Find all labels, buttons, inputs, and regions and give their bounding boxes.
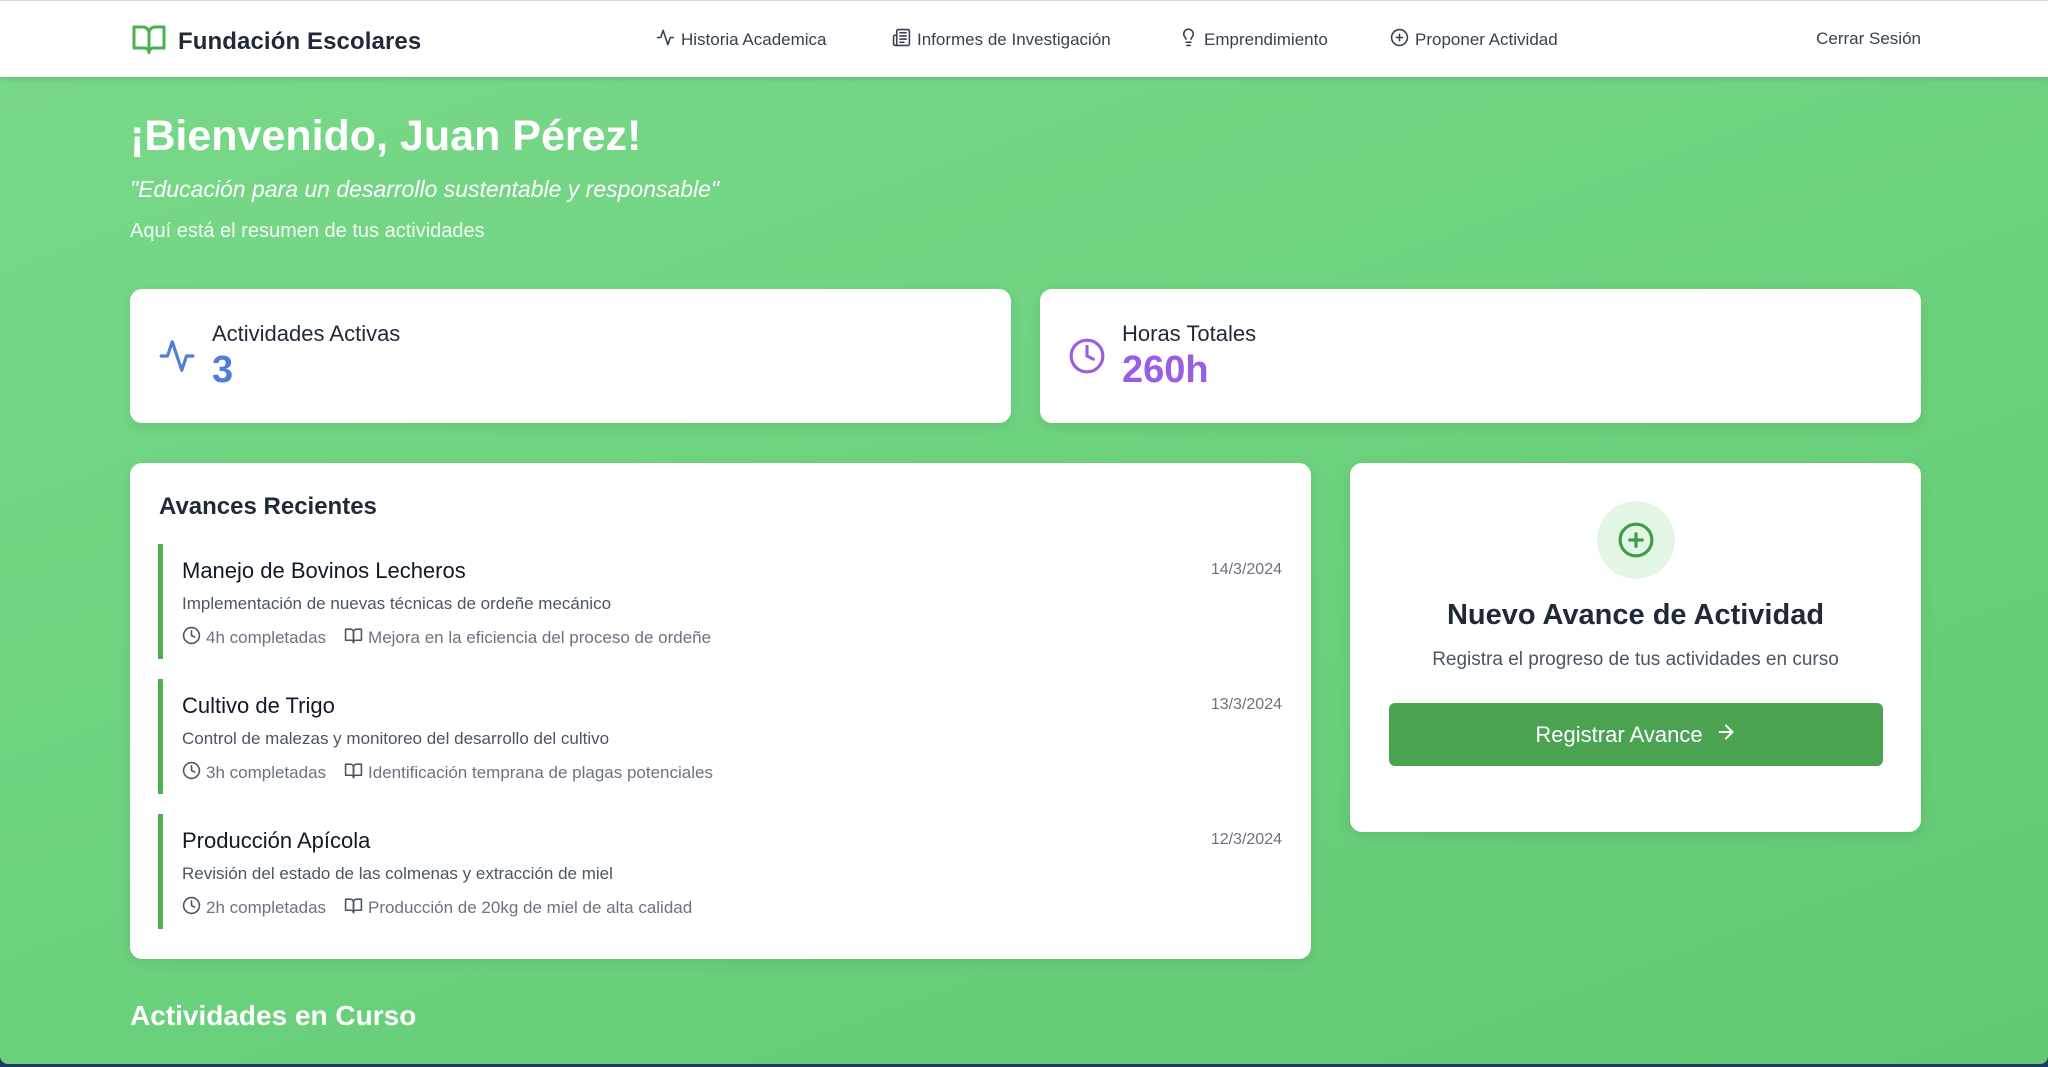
motto: "Educación para un desarrollo sustentabl… xyxy=(130,176,720,202)
nav-item-label: Historia Academica xyxy=(681,30,827,49)
logout-button[interactable]: Cerrar Sesión xyxy=(1816,29,1921,49)
plus-circle-icon xyxy=(1597,501,1675,579)
entry-result: Producción de 20kg de miel de alta calid… xyxy=(344,896,692,920)
register-progress-label: Registrar Avance xyxy=(1535,721,1703,747)
clock-icon xyxy=(182,896,201,920)
stat-title: Horas Totales xyxy=(1122,321,1257,346)
nav-item-label: Emprendimiento xyxy=(1204,30,1328,49)
entry-title: Cultivo de Trigo xyxy=(182,693,335,718)
entry-hours-label: 2h completadas xyxy=(206,898,327,917)
stat-title: Actividades Activas xyxy=(212,321,401,346)
recent-progress-title: Avances Recientes xyxy=(159,493,377,520)
entry-title: Producción Apícola xyxy=(182,828,371,853)
book-open-icon xyxy=(344,761,363,785)
nav-item-historia-academica[interactable]: Historia Academica xyxy=(656,28,827,52)
intro-text: Aquí está el resumen de tus actividades xyxy=(130,220,485,242)
progress-entry[interactable]: Producción Apícola 12/3/2024 Revisión de… xyxy=(158,814,1282,929)
newspaper-icon xyxy=(892,28,911,52)
top-navbar: Fundación Escolares Historia Academica I… xyxy=(0,0,2048,77)
entry-hours-label: 3h completadas xyxy=(206,763,327,782)
brand[interactable]: Fundación Escolares xyxy=(130,21,421,62)
nav-item-label: Proponer Actividad xyxy=(1415,30,1558,49)
activity-icon xyxy=(656,28,675,52)
welcome-heading: ¡Bienvenido, Juan Pérez! xyxy=(130,112,642,160)
entry-hours: 3h completadas xyxy=(182,761,326,785)
progress-entry[interactable]: Cultivo de Trigo 13/3/2024 Control de ma… xyxy=(158,679,1282,794)
entry-description: Implementación de nuevas técnicas de ord… xyxy=(182,594,612,613)
entry-hours-label: 4h completadas xyxy=(206,628,327,647)
plus-circle-icon xyxy=(1390,28,1409,52)
entry-result-label: Producción de 20kg de miel de alta calid… xyxy=(368,898,693,917)
new-activity-title: Nuevo Avance de Actividad xyxy=(1446,599,1825,631)
book-open-icon xyxy=(130,21,168,62)
progress-entry[interactable]: Manejo de Bovinos Lecheros 14/3/2024 Imp… xyxy=(158,544,1282,659)
stat-value: 260h xyxy=(1122,349,1209,391)
brand-name: Fundación Escolares xyxy=(178,27,422,55)
activity-icon xyxy=(158,337,196,375)
stat-card-total-hours: Horas Totales 260h xyxy=(1040,289,1921,423)
nav-item-proponer-actividad[interactable]: Proponer Actividad xyxy=(1390,28,1558,52)
entry-result-label: Mejora en la eficiencia del proceso de o… xyxy=(368,628,712,647)
entry-result: Identificación temprana de plagas potenc… xyxy=(344,761,713,785)
entry-meta: 2h completadas Producción de 20kg de mie… xyxy=(182,896,710,920)
lightbulb-icon xyxy=(1179,28,1198,52)
clock-icon xyxy=(182,761,201,785)
entry-description: Revisión del estado de las colmenas y ex… xyxy=(182,864,613,883)
book-open-icon xyxy=(344,626,363,650)
nav-item-label: Informes de Investigación xyxy=(917,30,1111,49)
entry-date: 14/3/2024 xyxy=(1210,561,1282,578)
clock-icon xyxy=(182,626,201,650)
entry-title: Manejo de Bovinos Lecheros xyxy=(182,558,466,583)
entry-description: Control de malezas y monitoreo del desar… xyxy=(182,729,610,748)
nav-item-informes[interactable]: Informes de Investigación xyxy=(892,28,1111,52)
entry-date: 13/3/2024 xyxy=(1210,696,1282,713)
nav-item-emprendimiento[interactable]: Emprendimiento xyxy=(1179,28,1328,52)
entry-date: 12/3/2024 xyxy=(1210,831,1282,848)
entry-result: Mejora en la eficiencia del proceso de o… xyxy=(344,626,711,650)
app-window: Fundación Escolares Historia Academica I… xyxy=(0,0,2048,1064)
entry-hours: 2h completadas xyxy=(182,896,326,920)
ongoing-activities-heading: Actividades en Curso xyxy=(130,1000,417,1031)
entry-meta: 4h completadas Mejora en la eficiencia d… xyxy=(182,626,729,650)
register-progress-button[interactable]: Registrar Avance xyxy=(1389,703,1883,766)
stat-card-active-activities: Actividades Activas 3 xyxy=(130,289,1011,423)
new-activity-subtitle: Registra el progreso de tus actividades … xyxy=(1432,649,1839,670)
entry-meta: 3h completadas Identificación temprana d… xyxy=(182,761,731,785)
arrow-right-icon xyxy=(1715,721,1737,749)
recent-progress-card: Avances Recientes Manejo de Bovinos Lech… xyxy=(130,463,1311,959)
book-open-icon xyxy=(344,896,363,920)
entry-result-label: Identificación temprana de plagas potenc… xyxy=(368,763,713,782)
clock-icon xyxy=(1068,337,1106,375)
entry-hours: 4h completadas xyxy=(182,626,326,650)
new-activity-card: Nuevo Avance de Actividad Registra el pr… xyxy=(1350,463,1921,832)
stat-value: 3 xyxy=(212,349,234,391)
